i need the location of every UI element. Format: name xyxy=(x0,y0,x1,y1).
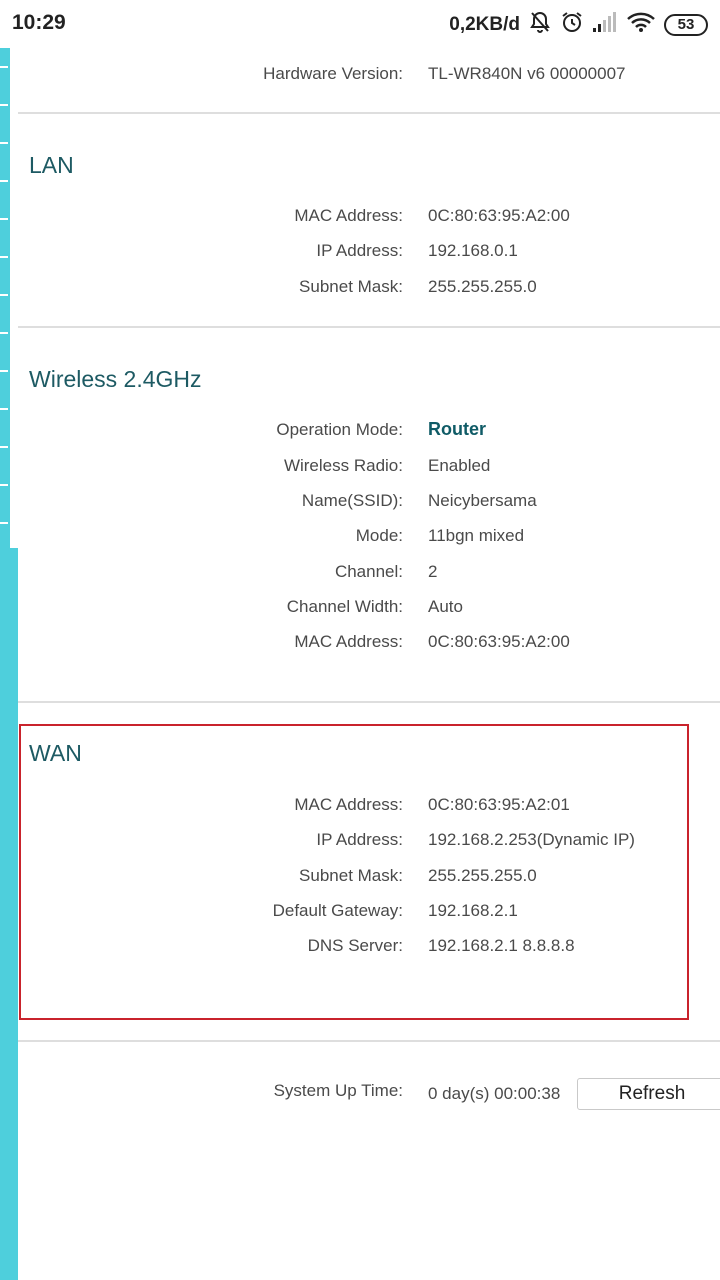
wan-gateway-row: Default Gateway: 192.168.2.1 xyxy=(18,897,720,925)
divider xyxy=(18,326,720,328)
wan-title: WAN xyxy=(29,740,82,766)
wan-mac-row: MAC Address: 0C:80:63:95:A2:01 xyxy=(18,791,720,819)
row-value: 255.255.255.0 xyxy=(428,277,537,296)
row-value: 0C:80:63:95:A2:00 xyxy=(428,206,570,225)
sidebar-tick xyxy=(0,370,8,372)
wireless-channel-width-row: Channel Width: Auto xyxy=(18,593,720,621)
refresh-button[interactable]: Refresh xyxy=(577,1078,720,1110)
lan-title: LAN xyxy=(29,152,74,178)
sidebar-tick xyxy=(0,180,8,182)
wireless-title: Wireless 2.4GHz xyxy=(29,366,202,392)
row-value: 192.168.2.1 xyxy=(428,901,518,920)
sidebar-tick xyxy=(0,332,8,334)
wireless-mode-row: Mode: 11bgn mixed xyxy=(18,522,720,550)
row-label: Subnet Mask: xyxy=(299,277,403,296)
muted-notification-icon xyxy=(528,10,552,39)
alarm-icon xyxy=(560,10,584,39)
row-value: Neicybersama xyxy=(428,491,537,510)
hardware-version-row: Hardware Version: TL-WR840N v6 00000007 xyxy=(18,60,720,88)
sidebar-tick xyxy=(0,522,8,524)
row-value: 0C:80:63:95:A2:00 xyxy=(428,632,570,651)
row-value: Auto xyxy=(428,597,463,616)
row-label: Name(SSID): xyxy=(301,491,403,510)
row-value: 192.168.2.253(Dynamic IP) xyxy=(428,830,635,849)
row-label: MAC Address: xyxy=(294,206,403,225)
lan-subnet-row: Subnet Mask: 255.255.255.0 xyxy=(18,273,720,301)
row-label: MAC Address: xyxy=(294,632,403,651)
sidebar-inner-panel xyxy=(8,48,18,548)
row-label: Mode: xyxy=(355,526,403,545)
row-label: MAC Address: xyxy=(294,795,403,814)
row-label: Channel: xyxy=(334,562,403,581)
sidebar-accent xyxy=(0,48,18,1280)
row-label: Channel Width: xyxy=(286,597,403,616)
lan-ip-row: IP Address: 192.168.0.1 xyxy=(18,237,720,265)
status-icons: 0,2KB/d 53 xyxy=(449,10,708,39)
row-label: Default Gateway: xyxy=(272,901,403,920)
divider xyxy=(18,112,720,114)
wireless-channel-row: Channel: 2 xyxy=(18,558,720,586)
divider xyxy=(18,1040,720,1042)
wifi-icon xyxy=(626,11,656,38)
divider xyxy=(18,701,720,703)
sidebar-tick xyxy=(0,446,8,448)
wan-subnet-row: Subnet Mask: 255.255.255.0 xyxy=(18,862,720,890)
wireless-operation-mode-row: Operation Mode: Router xyxy=(18,416,720,444)
row-value: 192.168.0.1 xyxy=(428,241,518,260)
sidebar-tick xyxy=(0,142,8,144)
clock: 10:29 xyxy=(12,11,66,34)
row-value: 11bgn mixed xyxy=(428,526,525,545)
sidebar-tick xyxy=(0,218,8,220)
row-label: IP Address: xyxy=(316,830,403,849)
row-value: 255.255.255.0 xyxy=(428,866,537,885)
row-label: Wireless Radio: xyxy=(283,456,403,475)
hardware-version-label: Hardware Version: xyxy=(263,64,403,83)
row-label: IP Address: xyxy=(316,241,403,260)
uptime-label: System Up Time: xyxy=(273,1081,403,1100)
row-value: Enabled xyxy=(428,456,491,475)
row-label: Subnet Mask: xyxy=(299,866,403,885)
wireless-mac-row: MAC Address: 0C:80:63:95:A2:00 xyxy=(18,628,720,656)
network-speed: 0,2KB/d xyxy=(449,13,520,35)
uptime-value: 0 day(s) 00:00:38 xyxy=(428,1084,561,1103)
lan-mac-row: MAC Address: 0C:80:63:95:A2:00 xyxy=(18,202,720,230)
wan-ip-row: IP Address: 192.168.2.253(Dynamic IP) xyxy=(18,826,720,854)
battery-icon: 53 xyxy=(664,13,708,36)
sidebar-tick xyxy=(0,294,8,296)
row-value: Router xyxy=(428,419,486,439)
status-bar: 10:29 0,2KB/d 53 xyxy=(0,0,720,48)
row-value: 192.168.2.1 8.8.8.8 xyxy=(428,936,575,955)
signal-icon xyxy=(592,11,618,38)
wireless-ssid-row: Name(SSID): Neicybersama xyxy=(18,487,720,515)
wan-dns-row: DNS Server: 192.168.2.1 8.8.8.8 xyxy=(18,932,720,960)
sidebar-tick xyxy=(0,256,8,258)
sidebar-tick xyxy=(0,484,8,486)
hardware-version-value: TL-WR840N v6 00000007 xyxy=(428,64,626,83)
sidebar-tick xyxy=(0,104,8,106)
sidebar-tick xyxy=(0,66,8,68)
row-label: DNS Server: xyxy=(307,936,403,955)
row-label: Operation Mode: xyxy=(276,420,403,439)
row-value: 0C:80:63:95:A2:01 xyxy=(428,795,570,814)
row-value: 2 xyxy=(428,562,438,581)
wireless-radio-row: Wireless Radio: Enabled xyxy=(18,452,720,480)
sidebar-tick xyxy=(0,408,8,410)
